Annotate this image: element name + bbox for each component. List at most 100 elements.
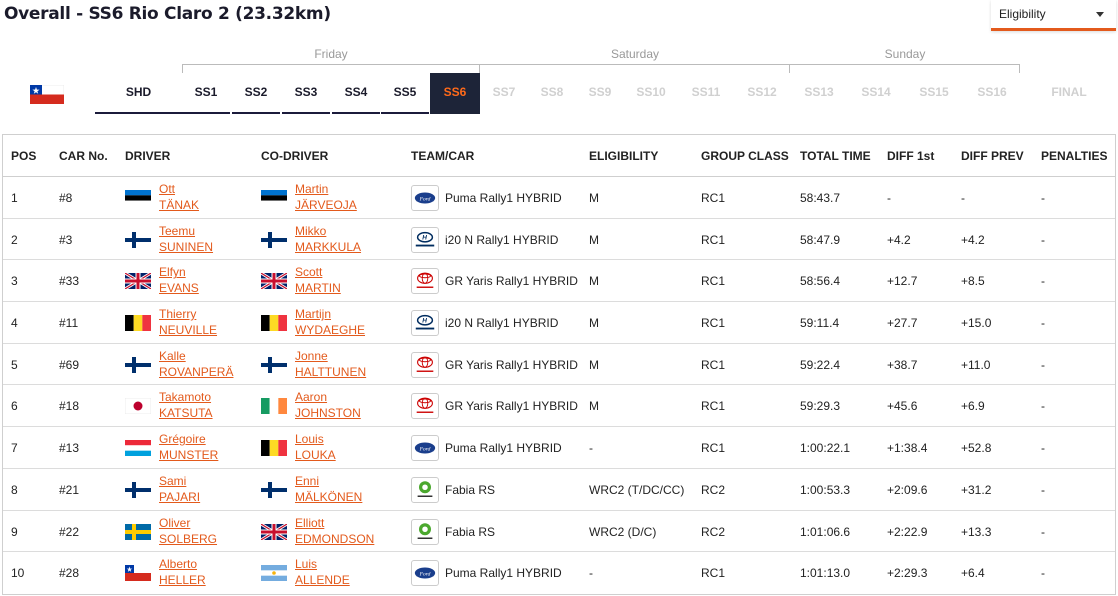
codriver-first-name: Jonne: [295, 348, 328, 363]
table-row[interactable]: 7 #13 Grégoire MUNSTER Louis LOUKA Ford Puma Ra…: [3, 427, 1115, 469]
tab-ss14[interactable]: SS14: [848, 73, 904, 114]
codriver-last-name: LOUKA: [295, 448, 336, 463]
total-time-cell: 59:11.4: [800, 316, 840, 331]
eligibility-cell: M: [589, 191, 599, 205]
table-row[interactable]: 10 #28 Alberto HELLER Luis ALLENDE Ford Puma Ra…: [3, 552, 1115, 594]
diff-first-cell: +27.7: [887, 316, 918, 331]
tab-ss5[interactable]: SS5: [381, 73, 429, 114]
driver-flag-icon: [125, 481, 151, 498]
driver-first-name: Takamoto: [159, 390, 212, 405]
tab-ss3[interactable]: SS3: [282, 73, 330, 114]
diff-prev-cell: +31.2: [961, 482, 992, 497]
driver-link[interactable]: Kalle ROVANPERÄ: [159, 348, 233, 380]
team-car-cell: GR Yaris Rally1 HYBRID: [445, 399, 578, 414]
tab-ss1[interactable]: SS1: [182, 73, 230, 114]
column-header[interactable]: DIFF PREV: [961, 149, 1024, 163]
group-class-cell: RC1: [701, 191, 726, 205]
penalties-cell: -: [1041, 274, 1045, 289]
tab-ss15[interactable]: SS15: [906, 73, 962, 114]
column-header[interactable]: PENALTIES: [1041, 149, 1107, 163]
toyota-logo: [411, 268, 439, 295]
tab-ss16[interactable]: SS16: [964, 73, 1020, 114]
driver-link[interactable]: Sami PAJARI: [159, 473, 200, 505]
toyota-logo: [411, 351, 439, 378]
driver-last-name: SUNINEN: [159, 239, 214, 254]
codriver-link[interactable]: Louis LOUKA: [295, 431, 336, 463]
pos-cell: 6: [11, 399, 18, 414]
tab-ss8[interactable]: SS8: [528, 73, 576, 114]
tab-ss13[interactable]: SS13: [792, 73, 846, 114]
driver-last-name: MUNSTER: [159, 448, 219, 463]
group-class-cell: RC1: [701, 232, 726, 247]
codriver-link[interactable]: Elliott EDMONDSON: [295, 515, 374, 547]
driver-flag-icon: [125, 315, 151, 332]
column-header[interactable]: TOTAL TIME: [800, 149, 871, 163]
diff-first-cell: +2:29.3: [887, 566, 928, 581]
eligibility-cell: WRC2 (T/DC/CC): [589, 482, 685, 497]
tab-ss11[interactable]: SS11: [680, 73, 732, 114]
column-header[interactable]: CO-DRIVER: [261, 149, 328, 163]
tab-ss9[interactable]: SS9: [576, 73, 624, 114]
table-row[interactable]: 1 #8 Ott TÄNAK Martin JÄRVEOJA Ford Puma Rally1…: [3, 177, 1115, 219]
penalties-cell: -: [1041, 232, 1045, 247]
table-row[interactable]: 5 #69 Kalle ROVANPERÄ Jonne HALTTUNEN GR Yaris…: [3, 344, 1115, 386]
table-row[interactable]: 4 #11 Thierry NEUVILLE Martijn WYDAEGHE Hi20 N…: [3, 302, 1115, 344]
column-header[interactable]: ELIGIBILITY: [589, 149, 658, 163]
team-car-cell: GR Yaris Rally1 HYBRID: [445, 357, 578, 372]
codriver-link[interactable]: Martin JÄRVEOJA: [295, 181, 357, 213]
driver-link[interactable]: Oliver SOLBERG: [159, 515, 217, 547]
table-row[interactable]: 3 #33 Elfyn EVANS Scott MARTIN GR Yaris Rally1…: [3, 260, 1115, 303]
eligibility-dropdown[interactable]: Eligibility: [991, 0, 1116, 31]
tab-ss7[interactable]: SS7: [480, 73, 528, 114]
column-header[interactable]: CAR No.: [59, 149, 108, 163]
column-header[interactable]: POS: [11, 149, 36, 163]
codriver-link[interactable]: Jonne HALTTUNEN: [295, 348, 366, 380]
codriver-link[interactable]: Martijn WYDAEGHE: [295, 306, 365, 338]
column-header[interactable]: TEAM/CAR: [411, 149, 474, 163]
table-row[interactable]: 8 #21 Sami PAJARI Enni MÄLKÖNEN Fabia RS WRC2 (…: [3, 469, 1115, 511]
driver-first-name: Thierry: [159, 307, 197, 322]
driver-link[interactable]: Alberto HELLER: [159, 556, 206, 588]
tab-ss2[interactable]: SS2: [232, 73, 280, 114]
tab-ss10[interactable]: SS10: [624, 73, 678, 114]
codriver-link[interactable]: Scott MARTIN: [295, 264, 341, 296]
codriver-flag-icon: [260, 272, 288, 291]
codriver-link[interactable]: Mikko MARKKULA: [295, 223, 361, 255]
codriver-link[interactable]: Enni MÄLKÖNEN: [295, 473, 362, 505]
car-number-cell: #21: [59, 482, 80, 497]
codriver-first-name: Scott: [295, 265, 323, 280]
skoda-logo: [411, 476, 439, 503]
driver-link[interactable]: Ott TÄNAK: [159, 181, 199, 213]
chile-flag-icon: [30, 85, 64, 104]
diff-prev-cell: +8.5: [961, 274, 985, 289]
codriver-first-name: Aaron: [295, 390, 328, 405]
column-header[interactable]: DRIVER: [125, 149, 170, 163]
codriver-last-name: WYDAEGHE: [295, 323, 366, 338]
diff-first-cell: +45.6: [887, 399, 918, 414]
table-row[interactable]: 2 #3 Teemu SUNINEN Mikko MARKKULA Hi20 N Rally…: [3, 219, 1115, 261]
codriver-link[interactable]: Aaron JOHNSTON: [295, 389, 361, 421]
day-bracket-sunday: [790, 64, 1020, 73]
driver-last-name: KATSUTA: [159, 406, 213, 421]
driver-link[interactable]: Takamoto KATSUTA: [159, 389, 213, 421]
table-row[interactable]: 9 #22 Oliver SOLBERG Elliott EDMONDSON Fabia R…: [3, 511, 1115, 553]
codriver-flag-icon: [261, 315, 287, 332]
driver-flag-icon: [125, 356, 151, 373]
driver-last-name: HELLER: [159, 573, 206, 588]
tab-final[interactable]: FINAL: [1020, 73, 1118, 114]
tab-ss6[interactable]: SS6: [430, 73, 480, 114]
eligibility-cell: M: [589, 274, 599, 289]
table-header: POS CAR No. DRIVER CO-DRIVER TEAM/CAR ELIGIBI…: [3, 135, 1115, 177]
column-header[interactable]: DIFF 1st: [887, 149, 934, 163]
tab-shd[interactable]: SHD: [95, 73, 182, 114]
codriver-link[interactable]: Luis ALLENDE: [295, 556, 350, 588]
driver-first-name: Elfyn: [159, 265, 186, 280]
driver-link[interactable]: Grégoire MUNSTER: [159, 431, 218, 463]
driver-link[interactable]: Thierry NEUVILLE: [159, 306, 217, 338]
driver-link[interactable]: Elfyn EVANS: [159, 264, 199, 296]
tab-ss4[interactable]: SS4: [332, 73, 380, 114]
table-row[interactable]: 6 #18 Takamoto KATSUTA Aaron JOHNSTON GR Yaris…: [3, 385, 1115, 428]
tab-ss12[interactable]: SS12: [734, 73, 790, 114]
column-header[interactable]: GROUP CLASS: [701, 149, 789, 163]
driver-link[interactable]: Teemu SUNINEN: [159, 223, 213, 255]
